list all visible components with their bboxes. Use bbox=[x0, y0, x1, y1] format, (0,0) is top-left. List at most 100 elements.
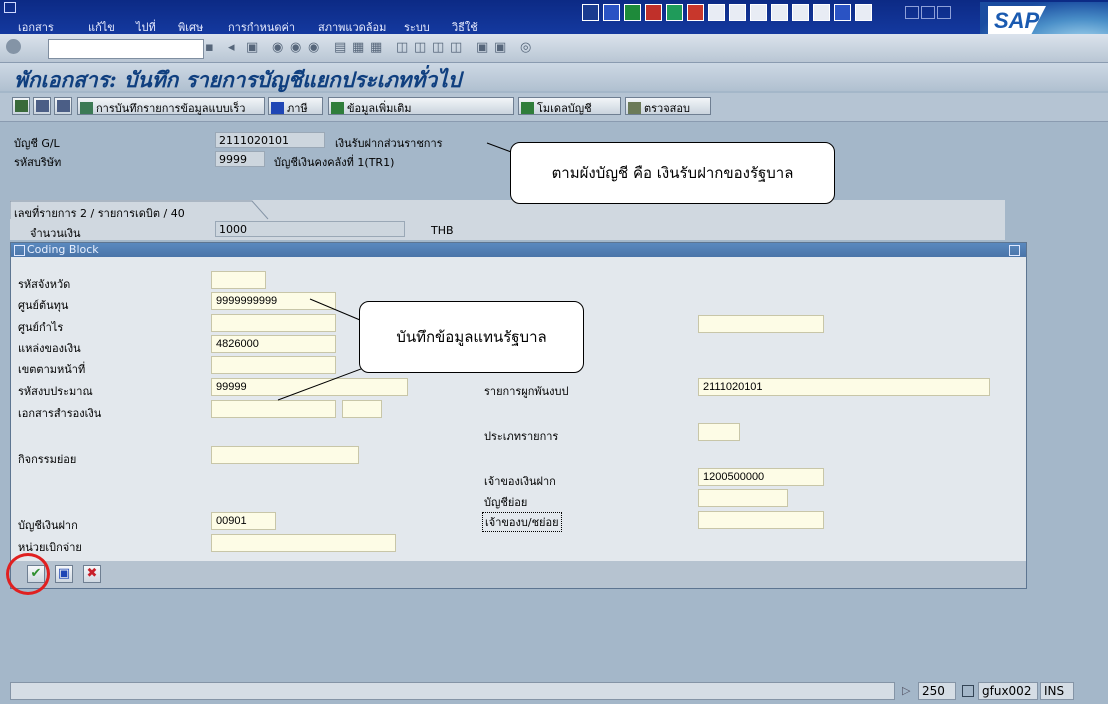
back-arrow-icon[interactable]: ◂ bbox=[228, 40, 235, 55]
maximize-button[interactable] bbox=[921, 6, 935, 19]
layout-icon[interactable] bbox=[582, 4, 599, 21]
previous-page-icon[interactable]: ◫ bbox=[414, 40, 426, 55]
hold-button[interactable] bbox=[33, 97, 51, 115]
profit-center-input[interactable] bbox=[211, 314, 336, 332]
more-fields-icon: ▣ bbox=[57, 566, 71, 581]
help-icon[interactable]: ◎ bbox=[520, 40, 531, 55]
command-field[interactable] bbox=[48, 39, 204, 59]
exit-icon[interactable]: ◉ bbox=[290, 40, 301, 55]
back-icon[interactable]: ◉ bbox=[272, 40, 283, 55]
first-page-icon[interactable]: ◫ bbox=[396, 40, 408, 55]
report-icon[interactable] bbox=[666, 4, 683, 21]
fast-entry-button[interactable]: การบันทึกรายการข้อมูลแบบเร็ว bbox=[77, 97, 265, 115]
fund-input[interactable] bbox=[211, 335, 336, 353]
last-page-icon[interactable]: ◫ bbox=[450, 40, 462, 55]
sub-activity-input[interactable] bbox=[211, 446, 359, 464]
next-page-icon[interactable]: ◫ bbox=[432, 40, 444, 55]
cancel-button[interactable]: ✖ bbox=[83, 565, 101, 583]
favorite-icon[interactable] bbox=[792, 4, 809, 21]
shortcut-icon[interactable]: ▣ bbox=[494, 40, 506, 55]
park-icon bbox=[57, 100, 70, 112]
sap-logo-text: SAP bbox=[994, 8, 1040, 33]
on-behalf-callout: บันทึกข้อมูลแทนรัฐบาล bbox=[359, 301, 584, 373]
tax-label: ภาษี bbox=[287, 102, 308, 115]
province-code-input[interactable] bbox=[211, 271, 266, 289]
amount-field: 1000 bbox=[215, 221, 405, 237]
history-dropdown-icon[interactable]: ▪ bbox=[205, 40, 214, 55]
unlabeled-field[interactable] bbox=[698, 315, 824, 333]
hold-icon bbox=[36, 100, 49, 112]
save-icon[interactable]: ▣ bbox=[246, 40, 258, 55]
create-session-icon[interactable]: ▣ bbox=[476, 40, 488, 55]
sub-account-input[interactable] bbox=[698, 489, 788, 507]
line-item-tab-label: เลขที่รายการ 2 / รายการเดบิต / 40 bbox=[14, 207, 185, 220]
earmarked-doc-label: เอกสารสำรองเงิน bbox=[18, 407, 102, 420]
dialog-close-icon[interactable] bbox=[1009, 245, 1020, 256]
clock-icon[interactable] bbox=[750, 4, 767, 21]
minimize-button[interactable] bbox=[905, 6, 919, 19]
mail-icon[interactable] bbox=[729, 4, 746, 21]
more-fields-button[interactable]: ▣ bbox=[55, 565, 73, 583]
sub-account-owner-label: เจ้าของบ/ชย่อย bbox=[482, 512, 562, 532]
deposit-account-input[interactable] bbox=[211, 512, 276, 530]
excel-icon[interactable] bbox=[624, 4, 641, 21]
check-doc-icon bbox=[628, 102, 641, 114]
status-bar: ▷ 250 gfux002 INS bbox=[10, 680, 1108, 702]
person-icon bbox=[15, 100, 28, 112]
commitment-item-input[interactable] bbox=[698, 378, 990, 396]
menu-bar: เอกสาร แก้ไข ไปที่ พิเศษ การกำหนดค่า สภา… bbox=[0, 0, 1108, 52]
currency-code: THB bbox=[431, 224, 454, 237]
gl-account-label: บัญชี G/L bbox=[14, 137, 60, 150]
company-code-field: 9999 bbox=[215, 151, 265, 167]
deposit-account-label: บัญชีเงินฝาก bbox=[18, 519, 78, 532]
word-icon[interactable] bbox=[603, 4, 620, 21]
status-message-area bbox=[10, 682, 895, 700]
edit-icon[interactable] bbox=[687, 4, 704, 21]
functional-area-input[interactable] bbox=[211, 356, 336, 374]
window-icon[interactable] bbox=[4, 2, 16, 13]
fast-entry-label: การบันทึกรายการข้อมูลแบบเร็ว bbox=[96, 102, 246, 115]
find-icon[interactable]: ▦ bbox=[352, 40, 364, 55]
functional-area-label: เขตตามหน้าที่ bbox=[18, 363, 86, 376]
transaction-type-label: ประเภทรายการ bbox=[484, 430, 559, 443]
transaction-type-input[interactable] bbox=[698, 423, 740, 441]
check-button[interactable]: ตรวจสอบ bbox=[625, 97, 711, 115]
amount-label: จำนวนเงิน bbox=[30, 227, 81, 240]
client-field: 250 bbox=[918, 682, 956, 700]
application-toolbar: การบันทึกรายการข้อมูลแบบเร็ว ภาษี ข้อมูล… bbox=[0, 93, 1108, 122]
info-icon bbox=[271, 102, 284, 114]
check-label: ตรวจสอบ bbox=[644, 102, 690, 115]
print-icon[interactable]: ▤ bbox=[334, 40, 346, 55]
budget-code-label: รหัสงบประมาณ bbox=[18, 385, 93, 398]
earmarked-doc-input[interactable] bbox=[211, 400, 336, 418]
dialog-icon bbox=[14, 245, 25, 256]
additional-data-button[interactable]: ข้อมูลเพิ่มเติม bbox=[328, 97, 514, 115]
disbursement-unit-input[interactable] bbox=[211, 534, 396, 552]
cost-center-input[interactable] bbox=[211, 292, 336, 310]
coding-block-title: Coding Block bbox=[27, 243, 99, 256]
note-icon[interactable] bbox=[813, 4, 830, 21]
tax-button[interactable]: ภาษี bbox=[268, 97, 323, 115]
enter-icon[interactable] bbox=[6, 39, 21, 54]
deposit-owner-input[interactable] bbox=[698, 468, 824, 486]
sub-account-owner-input[interactable] bbox=[698, 511, 824, 529]
transport-icon[interactable] bbox=[855, 4, 872, 21]
close-button[interactable] bbox=[937, 6, 951, 19]
window-new-icon[interactable] bbox=[708, 4, 725, 21]
park-button[interactable] bbox=[54, 97, 72, 115]
cancel-icon[interactable]: ◉ bbox=[308, 40, 319, 55]
budget-code-input[interactable] bbox=[211, 378, 408, 396]
coding-block-titlebar: Coding Block bbox=[11, 243, 1026, 257]
coding-block-dialog: Coding Block รหัสจังหวัด ศูนย์ต้นทุน ศูน… bbox=[10, 242, 1027, 589]
account-model-button[interactable]: โมเดลบัญชี bbox=[518, 97, 621, 115]
insert-mode-field: INS bbox=[1040, 682, 1074, 700]
earmarked-doc-item-input[interactable] bbox=[342, 400, 382, 418]
calendar-icon[interactable] bbox=[771, 4, 788, 21]
tree-on-button[interactable] bbox=[12, 97, 30, 115]
document-icon[interactable] bbox=[834, 4, 851, 21]
status-toggle-icon[interactable]: ▷ bbox=[902, 684, 910, 697]
chart-of-accounts-callout: ตามผังบัญชี คือ เงินรับฝากของรัฐบาล bbox=[510, 142, 835, 204]
find-next-icon[interactable]: ▦ bbox=[370, 40, 382, 55]
session-info-icon[interactable] bbox=[962, 685, 974, 697]
graphic-icon[interactable] bbox=[645, 4, 662, 21]
